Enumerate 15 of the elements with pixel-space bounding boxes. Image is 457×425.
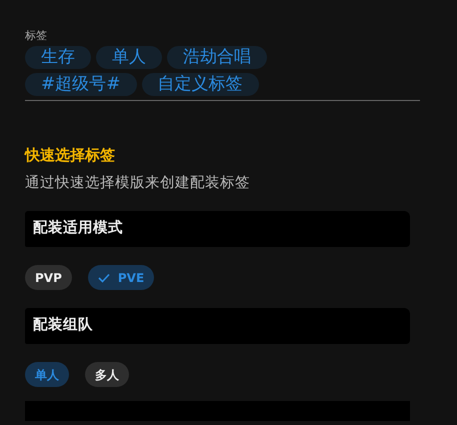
tag[interactable]: 生存	[25, 46, 91, 69]
check-icon	[98, 272, 110, 282]
section-title: 快速选择标签	[25, 145, 116, 165]
option-chip[interactable]: PVE	[88, 265, 154, 290]
option-chip[interactable]: 多人	[85, 362, 129, 387]
option-chip[interactable]: PVP	[25, 265, 72, 290]
group-title: 配装适用模式	[33, 218, 123, 238]
section-description: 通过快速选择模版来创建配装标签	[25, 174, 251, 193]
tag[interactable]: 自定义标签	[142, 73, 258, 96]
tag[interactable]: 单人	[96, 46, 162, 69]
option-chip[interactable]: 单人	[25, 362, 69, 387]
group-title: 配装组队	[33, 316, 93, 336]
tag[interactable]: #超级号#	[25, 73, 136, 96]
section-label: 标签	[25, 29, 48, 42]
tag[interactable]: 浩劫合唱	[167, 46, 267, 69]
